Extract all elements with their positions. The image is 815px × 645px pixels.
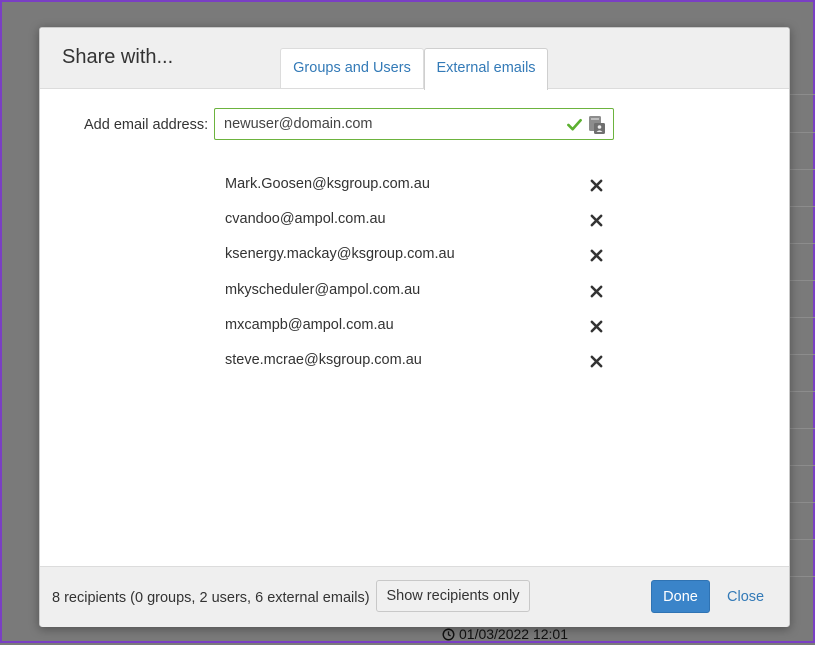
tab-external-emails[interactable]: External emails: [424, 48, 548, 90]
add-email-field: [214, 108, 614, 140]
remove-recipient-button[interactable]: [589, 284, 605, 300]
share-dialog: Share with... Groups and Users External …: [39, 27, 790, 627]
list-item: mxcampb@ampol.com.au: [225, 317, 615, 352]
close-icon: [590, 285, 603, 298]
background-timestamp: 01/03/2022 12:01: [442, 626, 568, 642]
close-icon: [590, 249, 603, 262]
recipient-email: mkyscheduler@ampol.com.au: [225, 281, 421, 298]
list-item: cvandoo@ampol.com.au: [225, 211, 615, 246]
list-item: Mark.Goosen@ksgroup.com.au: [225, 176, 615, 211]
clock-icon: [442, 627, 455, 641]
check-icon: [567, 118, 582, 131]
dialog-header: Share with... Groups and Users External …: [40, 28, 789, 90]
list-item: mkyscheduler@ampol.com.au: [225, 282, 615, 317]
list-item: steve.mcrae@ksgroup.com.au: [225, 352, 615, 387]
show-recipients-only-button[interactable]: Show recipients only: [376, 580, 530, 612]
dialog-title: Share with...: [62, 46, 174, 68]
recipient-email: steve.mcrae@ksgroup.com.au: [225, 351, 422, 368]
close-link[interactable]: Close: [727, 589, 764, 605]
background-table-lines: [789, 2, 815, 645]
dialog-footer: 8 recipients (0 groups, 2 users, 6 exter…: [40, 566, 789, 627]
add-email-label: Add email address:: [84, 117, 209, 133]
recipient-email: mxcampb@ampol.com.au: [225, 316, 394, 333]
close-icon: [590, 355, 603, 368]
list-item: ksenergy.mackay@ksgroup.com.au: [225, 246, 615, 281]
remove-recipient-button[interactable]: [589, 178, 605, 194]
remove-recipient-button[interactable]: [589, 213, 605, 229]
close-icon: [590, 320, 603, 333]
recipient-summary: 8 recipients (0 groups, 2 users, 6 exter…: [52, 590, 370, 606]
recipient-email: Mark.Goosen@ksgroup.com.au: [225, 176, 430, 192]
email-input[interactable]: [224, 115, 544, 133]
timestamp-text: 01/03/2022 12:01: [459, 626, 568, 642]
remove-recipient-button[interactable]: [589, 248, 605, 264]
recipient-email: ksenergy.mackay@ksgroup.com.au: [225, 246, 455, 263]
remove-recipient-button[interactable]: [589, 319, 605, 335]
address-book-icon[interactable]: [588, 115, 606, 135]
done-button[interactable]: Done: [651, 580, 710, 613]
tab-groups-and-users[interactable]: Groups and Users: [280, 48, 424, 88]
recipient-list: Mark.Goosen@ksgroup.com.au cvandoo@ampol…: [225, 176, 615, 387]
close-icon: [590, 179, 603, 192]
close-icon: [590, 214, 603, 227]
remove-recipient-button[interactable]: [589, 354, 605, 370]
recipient-email: cvandoo@ampol.com.au: [225, 211, 386, 228]
